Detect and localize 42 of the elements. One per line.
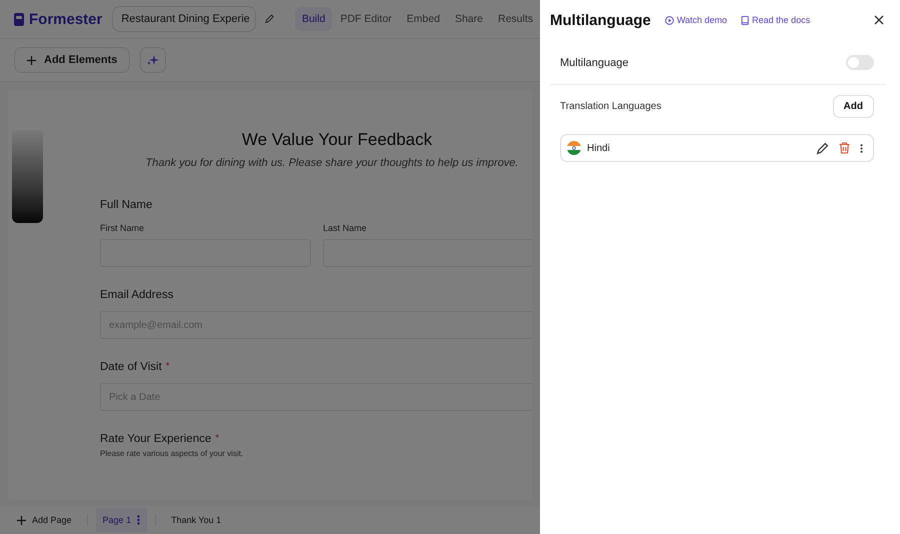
nav-tab[interactable]: Results xyxy=(490,7,540,31)
plus-icon xyxy=(27,56,36,64)
nav-tab[interactable]: Build xyxy=(294,7,332,31)
form-title: We Value Your Feedback xyxy=(240,130,434,150)
required-mark: * xyxy=(215,433,220,445)
setting-label: Multilanguage xyxy=(560,56,628,68)
add-elements-button[interactable]: Add Elements xyxy=(14,47,130,73)
section-label: Translation Languages xyxy=(560,101,662,112)
add-button[interactable]: Add xyxy=(832,95,874,118)
subfield-label: Last Name xyxy=(323,223,368,233)
pencil-icon[interactable] xyxy=(816,142,829,154)
field-label: Date of Visit xyxy=(100,361,162,373)
close-icon[interactable] xyxy=(874,15,884,25)
sparkle-icon xyxy=(147,55,160,65)
trash-icon[interactable] xyxy=(839,142,850,154)
docs-link[interactable]: Read the docs xyxy=(741,15,810,25)
app-logo: Formester xyxy=(29,10,102,28)
book-icon xyxy=(741,16,750,24)
subfield-label: First Name xyxy=(100,223,146,233)
field-label: Full Name xyxy=(100,199,152,211)
field-label: Email Address xyxy=(100,289,174,301)
form-selector[interactable]: Restaurant Dining Experie xyxy=(112,6,256,32)
add-page-button[interactable]: Add Page xyxy=(10,508,79,532)
plus-icon xyxy=(17,516,26,524)
play-icon xyxy=(664,16,674,24)
more-vertical-icon[interactable] xyxy=(860,144,863,152)
field-description: Please rate various aspects of your visit. xyxy=(100,449,244,458)
panel-title: Multilanguage xyxy=(550,12,651,28)
page-tab[interactable]: Thank You 1 xyxy=(164,508,228,532)
logo-icon xyxy=(14,12,24,26)
flag-icon xyxy=(567,141,581,155)
toggle-switch[interactable] xyxy=(846,55,874,70)
watch-demo-link[interactable]: Watch demo xyxy=(664,15,728,25)
field-label: Rate Your Experience xyxy=(100,433,212,445)
nav-tab[interactable]: PDF Editor xyxy=(333,7,399,31)
nav-tab[interactable]: Share xyxy=(448,7,490,31)
page-tab[interactable]: Page 1 xyxy=(96,508,148,532)
language-item[interactable]: Hindi xyxy=(560,134,874,162)
nav-tab[interactable]: Embed xyxy=(400,7,447,31)
form-subtitle: Thank you for dining with us. Please share your thoughts to help us improve. xyxy=(144,157,520,169)
required-mark: * xyxy=(166,361,170,373)
ai-button[interactable] xyxy=(140,47,166,73)
